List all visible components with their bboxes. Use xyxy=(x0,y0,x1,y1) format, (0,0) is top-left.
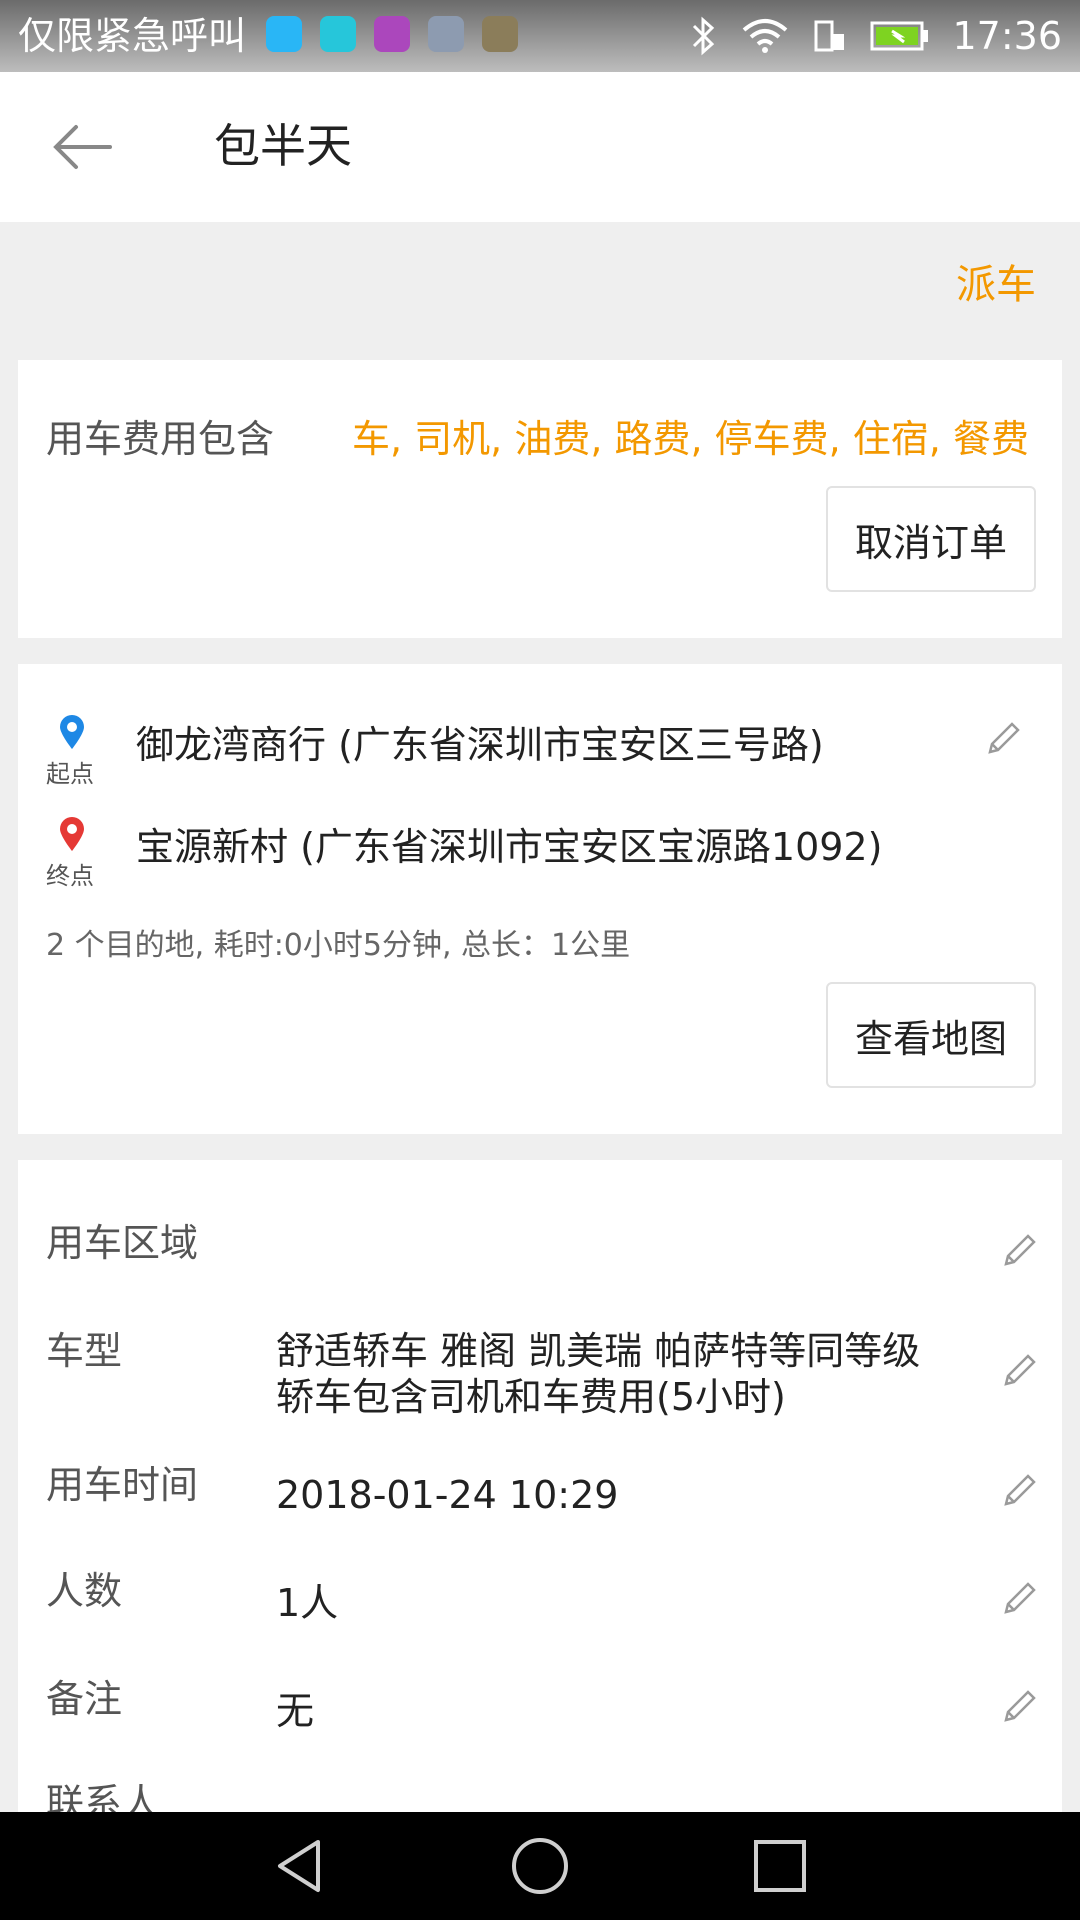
navigation-bar xyxy=(0,1812,1080,1920)
route-start: 起点 御龙湾商行 (广东省深圳市宝安区三号路) xyxy=(46,712,1026,792)
note-value: 无 xyxy=(276,1689,315,1733)
route-end: 终点 宝源新村 (广东省深圳市宝安区宝源路1092) xyxy=(46,814,1026,894)
nav-home-icon[interactable] xyxy=(508,1834,572,1898)
fee-card: 用车费用包含 车, 司机, 油费, 路费, 停车费, 住宿, 餐费 取消订单 xyxy=(18,360,1062,638)
details-card: 用车区域 车型 舒适轿车 雅阁 凯美瑞 帕萨特等同等级 轿车包含司机和车费用(5… xyxy=(18,1160,1062,1825)
area-label: 用车区域 xyxy=(46,1221,199,1265)
route-summary: 2 个目的地, 耗时:0小时5分钟, 总长：1公里 xyxy=(46,928,631,963)
clock: 17:36 xyxy=(952,14,1062,58)
fee-label: 用车费用包含 xyxy=(46,417,275,461)
video-icon xyxy=(482,16,518,52)
fee-value: 车, 司机, 油费, 路费, 停车费, 住宿, 餐费 xyxy=(352,417,1029,461)
page-title: 包半天 xyxy=(214,119,352,173)
edit-note-icon[interactable] xyxy=(1000,1688,1038,1726)
keyboard-icon xyxy=(374,16,410,52)
notification-icons xyxy=(266,16,518,52)
bluetooth-icon xyxy=(693,16,715,56)
end-pin-icon xyxy=(60,817,84,851)
sim-icon xyxy=(320,16,356,52)
car-type-line-1: 舒适轿车 雅阁 凯美瑞 帕萨特等同等级 xyxy=(276,1329,921,1373)
phone-data-icon xyxy=(814,20,845,52)
start-caption: 起点 xyxy=(46,760,94,788)
edit-start-icon[interactable] xyxy=(984,720,1022,758)
photo-icon xyxy=(428,16,464,52)
end-address: 宝源新村 (广东省深圳市宝安区宝源路1092) xyxy=(136,825,883,869)
cancel-order-button[interactable]: 取消订单 xyxy=(826,486,1036,592)
nav-back-icon[interactable] xyxy=(268,1834,332,1898)
edit-people-icon[interactable] xyxy=(1000,1580,1038,1618)
car-type-label: 车型 xyxy=(46,1329,123,1373)
edit-time-icon[interactable] xyxy=(1000,1472,1038,1510)
back-arrow-icon[interactable] xyxy=(40,112,120,182)
usb-icon xyxy=(266,16,302,52)
edit-area-icon[interactable] xyxy=(1000,1232,1038,1270)
nav-recents-icon[interactable] xyxy=(748,1834,812,1898)
app-header: 包半天 xyxy=(0,72,1080,222)
end-caption: 终点 xyxy=(46,862,94,890)
time-label: 用车时间 xyxy=(46,1463,199,1507)
status-bar: 仅限紧急呼叫 17:36 xyxy=(0,0,1080,72)
car-type-line-2: 轿车包含司机和车费用(5小时) xyxy=(276,1375,786,1419)
start-pin-icon xyxy=(60,715,84,749)
time-value: 2018-01-24 10:29 xyxy=(276,1473,619,1517)
dispatch-button[interactable]: 派车 xyxy=(956,252,1036,310)
battery-icon xyxy=(870,21,929,51)
people-value: 1人 xyxy=(276,1581,339,1625)
start-address: 御龙湾商行 (广东省深圳市宝安区三号路) xyxy=(136,723,824,767)
view-map-button[interactable]: 查看地图 xyxy=(826,982,1036,1088)
edit-car-type-icon[interactable] xyxy=(1000,1352,1038,1390)
people-label: 人数 xyxy=(46,1569,123,1613)
wifi-icon xyxy=(743,19,788,53)
route-card: 起点 御龙湾商行 (广东省深圳市宝安区三号路) 终点 宝源新村 (广东省深圳市宝… xyxy=(18,664,1062,1134)
car-type-value: 舒适轿车 雅阁 凯美瑞 帕萨特等同等级 轿车包含司机和车费用(5小时) xyxy=(276,1328,976,1420)
carrier-text: 仅限紧急呼叫 xyxy=(18,14,247,58)
note-label: 备注 xyxy=(46,1677,123,1721)
